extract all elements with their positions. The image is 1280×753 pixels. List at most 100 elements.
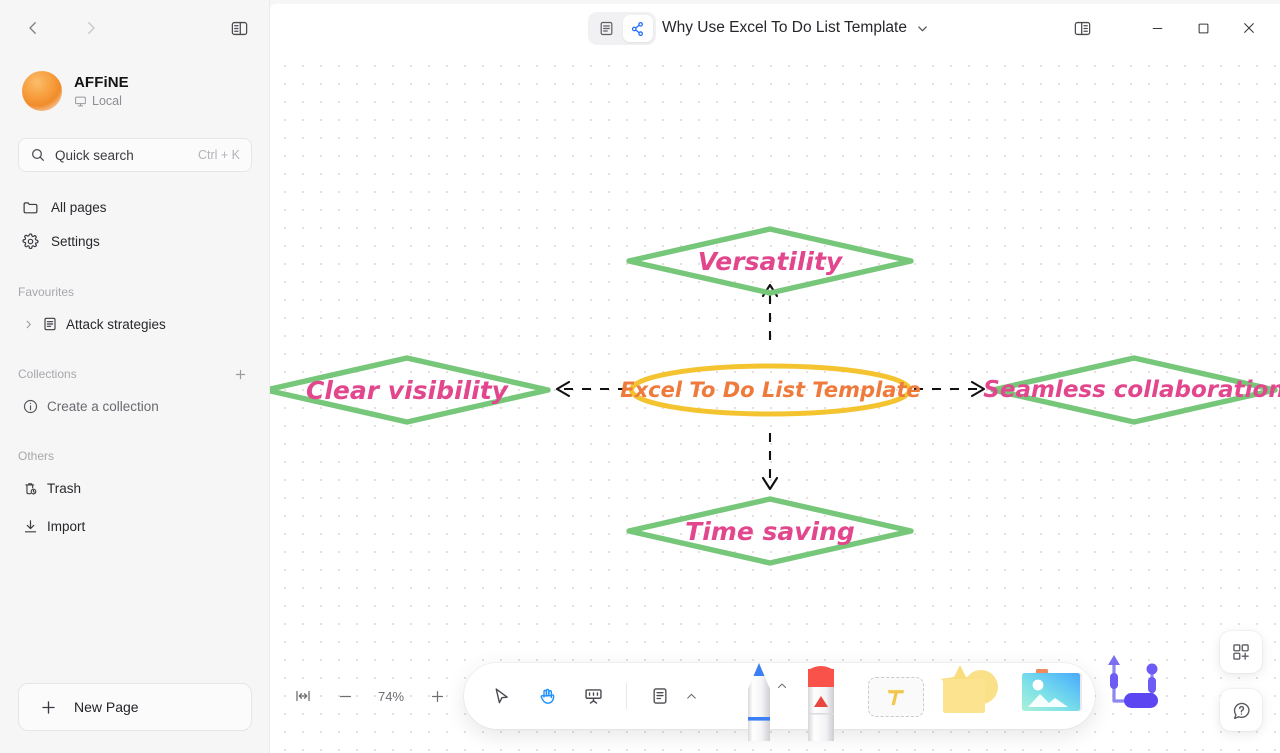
note-icon bbox=[653, 688, 667, 704]
image-tool-button[interactable] bbox=[1012, 663, 1096, 729]
zoom-controls: 74% bbox=[270, 663, 450, 729]
sidebar-toggle-icon bbox=[231, 21, 247, 35]
node-label-center: Excel To Do List Template bbox=[620, 378, 921, 402]
tab-page-mode[interactable] bbox=[591, 15, 621, 42]
sidebar-item-create-collection[interactable]: Create a collection bbox=[12, 390, 258, 422]
sidebar-item-label-import: Import bbox=[47, 518, 86, 534]
chevron-up-icon bbox=[778, 683, 786, 688]
sidebar-item-all-pages[interactable]: All pages bbox=[12, 190, 258, 224]
download-icon bbox=[24, 519, 37, 532]
forward-button[interactable] bbox=[76, 13, 106, 43]
page-mode-icon bbox=[600, 21, 612, 36]
section-title-favourites: Favourites bbox=[18, 285, 75, 299]
right-panel-icon bbox=[1074, 21, 1090, 35]
sidebar-item-attack-strategies[interactable]: Attack strategies bbox=[12, 308, 258, 340]
section-title-collections: Collections bbox=[18, 367, 77, 381]
node-label-clear-visibility: Clear visibility bbox=[306, 375, 508, 405]
node-seamless-collaboration[interactable]: Seamless collaboration bbox=[983, 354, 1280, 426]
workspace-meta: AFFiNE Local bbox=[74, 74, 129, 108]
sidebar-item-label-settings: Settings bbox=[51, 233, 100, 249]
sidebar-item-label-trash: Trash bbox=[47, 480, 82, 496]
cursor-arrow-icon bbox=[495, 687, 508, 703]
hand-icon bbox=[540, 688, 554, 704]
window-controls bbox=[1060, 4, 1280, 52]
sidebar-item-import[interactable]: Import bbox=[12, 510, 258, 542]
text-tool-button[interactable] bbox=[858, 663, 932, 729]
present-tool-button[interactable] bbox=[578, 681, 608, 711]
eraser-tool-button[interactable] bbox=[796, 663, 858, 741]
monitor-icon bbox=[75, 96, 86, 106]
trash-icon bbox=[25, 482, 37, 494]
quick-search-box[interactable]: Quick search Ctrl + K bbox=[18, 138, 252, 172]
connector-icon bbox=[1108, 655, 1158, 708]
node-clear-visibility[interactable]: Clear visibility bbox=[270, 354, 552, 426]
node-versatility[interactable]: Versatility bbox=[625, 225, 915, 297]
section-header-collections: Collections bbox=[0, 364, 270, 384]
tab-edgeless-mode[interactable] bbox=[623, 15, 653, 42]
pen-tool-caret[interactable] bbox=[776, 679, 788, 697]
fit-to-screen-button[interactable] bbox=[290, 683, 316, 709]
shape-tool-button[interactable] bbox=[932, 663, 1012, 729]
affine-window: AFFiNE Local Quick search Ctrl + K All p… bbox=[0, 0, 1280, 753]
back-arrow-icon bbox=[29, 22, 36, 34]
new-page-label: New Page bbox=[74, 699, 139, 715]
section-title-others: Others bbox=[18, 449, 55, 463]
new-page-button[interactable]: New Page bbox=[18, 683, 252, 731]
image-icon bbox=[1022, 669, 1082, 711]
workspace-selector[interactable]: AFFiNE Local bbox=[0, 56, 270, 118]
note-tool-button[interactable] bbox=[645, 681, 675, 711]
workspace-sync-status: Local bbox=[74, 94, 129, 108]
maximize-icon bbox=[1198, 23, 1208, 33]
edgeless-canvas[interactable]: Versatility Clear visibility Seamless co… bbox=[270, 52, 1280, 753]
add-collection-button[interactable] bbox=[233, 367, 248, 382]
search-icon bbox=[32, 149, 44, 161]
presentation-icon bbox=[584, 688, 602, 704]
toolbar-creative-group bbox=[714, 655, 1174, 741]
pen-tool-button[interactable] bbox=[722, 663, 796, 741]
workspace-avatar bbox=[22, 71, 62, 111]
plus-icon bbox=[42, 700, 55, 714]
section-header-favourites: Favourites bbox=[0, 282, 270, 302]
chevron-up-icon bbox=[687, 693, 696, 699]
select-tool-button[interactable] bbox=[486, 681, 516, 711]
minus-icon bbox=[339, 695, 351, 697]
document-title[interactable]: Why Use Excel To Do List Template bbox=[662, 4, 930, 52]
minimize-button[interactable] bbox=[1134, 5, 1180, 51]
question-bubble-icon bbox=[1233, 702, 1250, 719]
chevron-right-icon[interactable] bbox=[22, 319, 34, 330]
node-label-time-saving: Time saving bbox=[685, 516, 855, 546]
template-add-icon bbox=[1233, 644, 1249, 660]
doc-icon bbox=[44, 317, 56, 331]
chevron-down-icon[interactable] bbox=[915, 21, 930, 36]
sidebar: AFFiNE Local Quick search Ctrl + K All p… bbox=[0, 0, 270, 753]
page-title: Why Use Excel To Do List Template bbox=[662, 19, 907, 36]
zoom-in-button[interactable] bbox=[424, 683, 450, 709]
close-button[interactable] bbox=[1226, 5, 1272, 51]
note-tool-caret[interactable] bbox=[685, 690, 698, 703]
node-center-excel-template[interactable]: Excel To Do List Template bbox=[620, 362, 921, 418]
folder-icon bbox=[23, 201, 38, 213]
maximize-button[interactable] bbox=[1180, 5, 1226, 51]
mode-switcher bbox=[588, 12, 656, 45]
add-template-button[interactable] bbox=[1220, 631, 1262, 673]
right-sidebar-toggle-button[interactable] bbox=[1060, 5, 1104, 51]
sidebar-nav-list: All pages Settings bbox=[0, 190, 270, 258]
zoom-out-button[interactable] bbox=[332, 683, 358, 709]
close-icon bbox=[1244, 23, 1254, 33]
back-button[interactable] bbox=[18, 13, 48, 43]
node-time-saving[interactable]: Time saving bbox=[625, 495, 915, 567]
sidebar-item-trash[interactable]: Trash bbox=[12, 472, 258, 504]
plus-icon bbox=[431, 690, 443, 702]
gear-icon bbox=[22, 232, 39, 249]
help-button[interactable] bbox=[1220, 689, 1262, 731]
minimize-icon bbox=[1152, 27, 1162, 29]
hand-tool-button[interactable] bbox=[532, 681, 562, 711]
section-header-others: Others bbox=[0, 446, 270, 466]
connector-tool-button[interactable] bbox=[1096, 655, 1174, 729]
info-icon bbox=[23, 399, 38, 413]
eraser-icon bbox=[808, 666, 834, 741]
sidebar-toggle-button[interactable] bbox=[224, 13, 254, 43]
zoom-percentage[interactable]: 74% bbox=[374, 689, 408, 704]
sidebar-item-settings[interactable]: Settings bbox=[12, 224, 258, 258]
